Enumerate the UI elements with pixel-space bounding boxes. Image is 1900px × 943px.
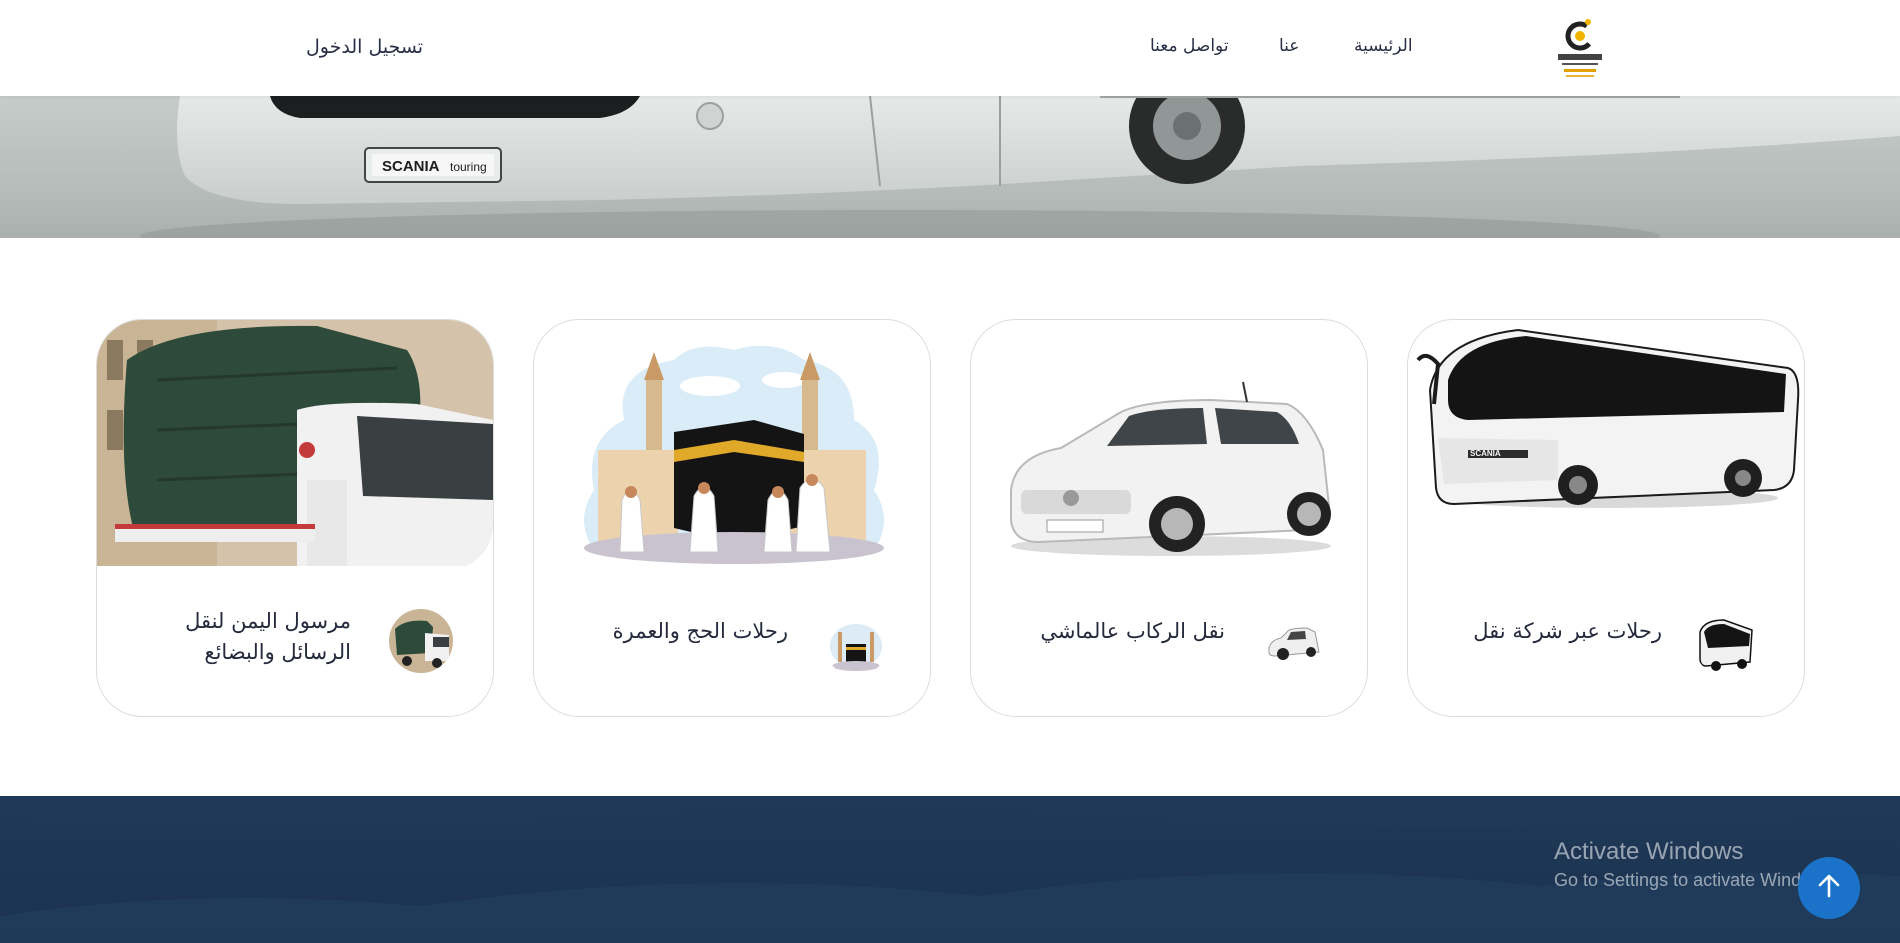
truck-image [97,320,493,570]
service-card-car[interactable]: نقل الركاب عالماشي [970,319,1368,717]
kaaba-icon [824,612,888,676]
activate-windows-subtitle: Go to Settings to activate Windows. [1554,870,1839,890]
nav-about[interactable]: عنا [1279,36,1299,56]
service-card-hajj[interactable]: رحلات الحج والعمرة [533,319,931,717]
car-image [971,320,1367,570]
service-card-bus[interactable]: SCANIA رحلات عبر شركة نقل [1407,319,1805,717]
card-title-line2: الرسائل والبضائع [204,640,351,664]
svg-text:touring: touring [450,160,487,174]
nav-home[interactable]: الرئيسية [1354,36,1413,56]
nav-contact[interactable]: تواصل معنا [1150,36,1229,56]
card-title-line1: مرسول اليمن لنقل [185,609,351,633]
svg-text:SCANIA: SCANIA [382,158,440,175]
arrow-up-icon [1815,872,1843,904]
svg-text:SCANIA: SCANIA [1470,449,1501,458]
hero-banner: SCANIA touring [0,96,1900,238]
card-title: رحلات عبر شركة نقل [1473,619,1662,643]
activate-windows-title: Activate Windows [1554,838,1744,865]
car-icon [1261,612,1325,676]
truck-icon [389,609,453,673]
card-title: رحلات الحج والعمرة [612,619,788,643]
login-link[interactable]: تسجيل الدخول [306,36,423,58]
bus-image: SCANIA [1408,320,1804,570]
hero-bus-image: SCANIA touring [140,96,1900,238]
scroll-to-top-button[interactable] [1798,857,1860,919]
card-title: نقل الركاب عالماشي [1040,619,1225,643]
bus-icon [1694,612,1758,676]
kaaba-image [534,320,930,570]
service-card-truck[interactable]: مرسول اليمن لنقل الرسائل والبضائع [96,319,494,717]
site-header: الرئيسية عنا تواصل معنا تسجيل الدخول [0,0,1900,96]
price-control-logo[interactable] [1554,14,1606,82]
